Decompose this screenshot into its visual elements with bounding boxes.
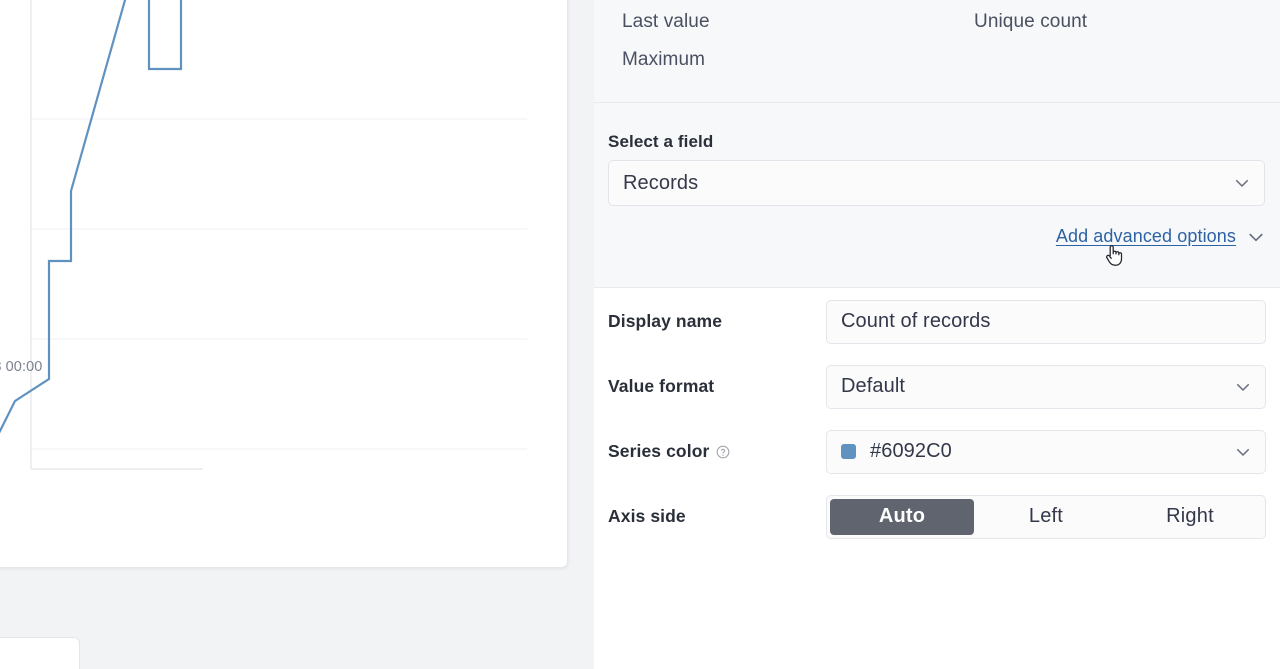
axis-side-segmented-control: Auto Left Right [826, 494, 1266, 539]
select-field-value: Records [623, 171, 699, 194]
series-settings-panel: Last value Unique count Maximum Select a… [594, 0, 1280, 669]
chart-card: -07-08 00:00 [0, 0, 568, 568]
axis-side-option-right[interactable]: Right [1118, 499, 1262, 535]
value-format-label: Value format [608, 376, 715, 396]
help-circle-icon[interactable] [716, 445, 730, 459]
display-name-field[interactable]: Count of records [826, 299, 1266, 344]
series-color-label-group: Series color [608, 441, 826, 462]
metric-row: Last value Unique count [594, 12, 1280, 31]
series-color-swatch [841, 444, 856, 459]
display-name-value: Count of records [841, 310, 991, 332]
chevron-down-icon [1236, 383, 1250, 391]
axis-side-option-auto[interactable]: Auto [830, 498, 974, 535]
select-field-dropdown[interactable]: Records [608, 160, 1265, 206]
lower-chart-card [0, 637, 80, 669]
metric-option-maximum[interactable]: Maximum [622, 50, 705, 69]
chevron-down-icon [1236, 448, 1250, 456]
series-color-label: Series color [608, 441, 710, 461]
display-name-label: Display name [608, 311, 723, 331]
value-format-value: Default [841, 375, 906, 397]
chart-gridlines [31, 118, 527, 450]
axis-side-option-left[interactable]: Left [974, 499, 1118, 535]
series-color-row: Series color #6092C0 [594, 419, 1280, 484]
display-name-row: Display name Count of records [594, 289, 1280, 354]
chevron-down-icon [1235, 179, 1249, 187]
app-root: -07-08 00:00 Last value Unique count Max… [0, 0, 1280, 669]
add-advanced-options-link[interactable]: Add advanced options [1056, 226, 1236, 247]
value-format-row: Value format Default [594, 354, 1280, 419]
metric-row: Maximum [594, 50, 1280, 69]
metric-option-last-value[interactable]: Last value [622, 12, 710, 31]
chart-pane: -07-08 00:00 [0, 0, 594, 669]
axis-side-row: Axis side Auto Left Right [594, 484, 1280, 549]
axis-side-label: Axis side [608, 506, 686, 526]
select-field-block: Select a field Records Add advanced opti… [594, 103, 1280, 288]
chart-x-tick-label: -07-08 00:00 [0, 359, 43, 375]
metric-option-unique-count[interactable]: Unique count [974, 12, 1087, 31]
chevron-down-icon[interactable] [1246, 227, 1266, 247]
chart-plot [0, 0, 527, 470]
series-color-dropdown[interactable]: #6092C0 [826, 429, 1266, 474]
series-color-value: #6092C0 [870, 440, 952, 462]
series-properties-form: Display name Count of records Value form… [594, 289, 1280, 549]
value-format-dropdown[interactable]: Default [826, 364, 1266, 409]
metric-option-list: Last value Unique count Maximum [594, 0, 1280, 103]
advanced-options-row[interactable]: Add advanced options [1056, 226, 1266, 247]
select-field-label: Select a field [608, 132, 714, 151]
